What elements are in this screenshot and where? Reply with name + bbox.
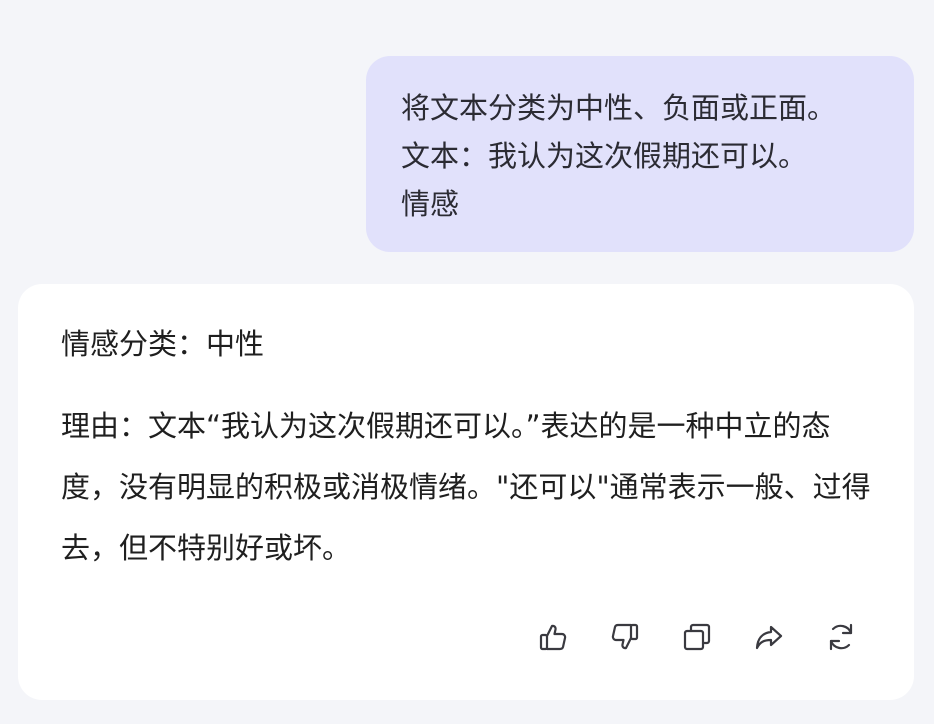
classification-text: 情感分类：中性 (61, 327, 265, 361)
assistant-message-card: 情感分类：中性 理由：文本“我认为这次假期还可以。”表达的是一种中立的态度，没有… (18, 284, 914, 700)
reason-text: 理由：文本“我认为这次假期还可以。”表达的是一种中立的态度，没有明显的积极或消极… (61, 409, 871, 565)
share-icon (755, 625, 783, 650)
user-message-bubble: 将文本分类为中性、负面或正面。 文本：我认为这次假期还可以。 情感 (366, 56, 914, 252)
copy-icon (683, 623, 711, 651)
chat-window: 将文本分类为中性、负面或正面。 文本：我认为这次假期还可以。 情感 情感分类：中… (0, 0, 934, 724)
thumbs-up-button[interactable] (536, 620, 570, 654)
regenerate-icon (829, 623, 853, 651)
user-message-line-2: 文本：我认为这次假期还可以。 (401, 139, 808, 173)
thumbs-down-button[interactable] (608, 620, 642, 654)
user-message-line-1: 将文本分类为中性、负面或正面。 (401, 91, 837, 125)
message-actions (536, 620, 858, 654)
thumbs-down-icon (611, 623, 639, 650)
regenerate-button[interactable] (824, 620, 858, 654)
user-message-line-3: 情感 (401, 187, 460, 221)
thumbs-up-icon (539, 624, 567, 651)
share-button[interactable] (752, 620, 786, 654)
copy-button[interactable] (680, 620, 714, 654)
